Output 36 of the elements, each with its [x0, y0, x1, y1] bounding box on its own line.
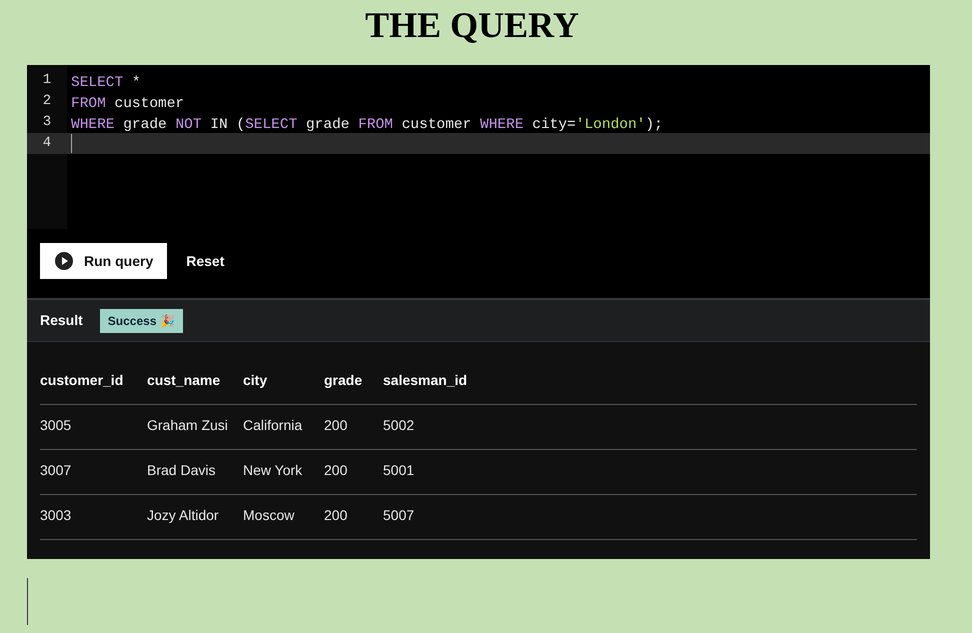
result-label: Result — [40, 311, 83, 330]
table-cell-text: 5007 — [383, 506, 414, 525]
table-cell-text: New York — [243, 461, 302, 480]
table-cell-text: Graham Zusi — [147, 416, 228, 435]
table-cell-text: Jozy Altidor — [147, 506, 219, 525]
line-number: 2 — [42, 92, 52, 111]
line-number: 4 — [42, 134, 52, 153]
column-header: grade — [324, 372, 362, 388]
column-header: salesman_id — [383, 372, 468, 388]
column-header: cust_name — [147, 372, 220, 388]
reset-button[interactable]: Reset — [186, 250, 224, 272]
table-cell-text: Brad Davis — [147, 461, 216, 480]
table-cell-text: 3005 — [40, 416, 72, 435]
text-cursor — [27, 578, 28, 625]
page-title: THE QUERY — [365, 4, 579, 46]
text-cursor — [71, 134, 72, 153]
table-cell-text: 5001 — [383, 461, 414, 480]
status-badge: Success 🎉 — [100, 308, 183, 332]
code-editor[interactable]: 1 2 3 4 SELECT * FROM customer WHERE grade NOT IN (SELECT grade FROM customer WHERE city='London'); — [27, 65, 930, 229]
column-header: customer_id — [40, 372, 124, 388]
table-cell-text: 200 — [324, 461, 348, 480]
run-query-button[interactable]: Run query — [40, 243, 168, 279]
line-number: 1 — [42, 71, 52, 90]
table-cell-text: 3007 — [40, 461, 72, 480]
code-line: WHERE grade NOT IN (SELECT grade FROM customer WHERE city='London'); — [71, 117, 663, 133]
table-cell-text: 200 — [324, 506, 348, 525]
code-line: SELECT * — [71, 75, 141, 91]
play-icon — [54, 251, 74, 271]
table-cell-text: 200 — [324, 416, 348, 435]
code-line: FROM customer — [71, 96, 184, 112]
table-cell-text: California — [243, 416, 302, 435]
table-cell-text: 5002 — [383, 416, 414, 435]
table-cell-text: Moscow — [243, 506, 294, 525]
table-cell-text: 3003 — [40, 506, 72, 525]
column-header: city — [243, 372, 268, 388]
line-number: 3 — [42, 113, 52, 132]
